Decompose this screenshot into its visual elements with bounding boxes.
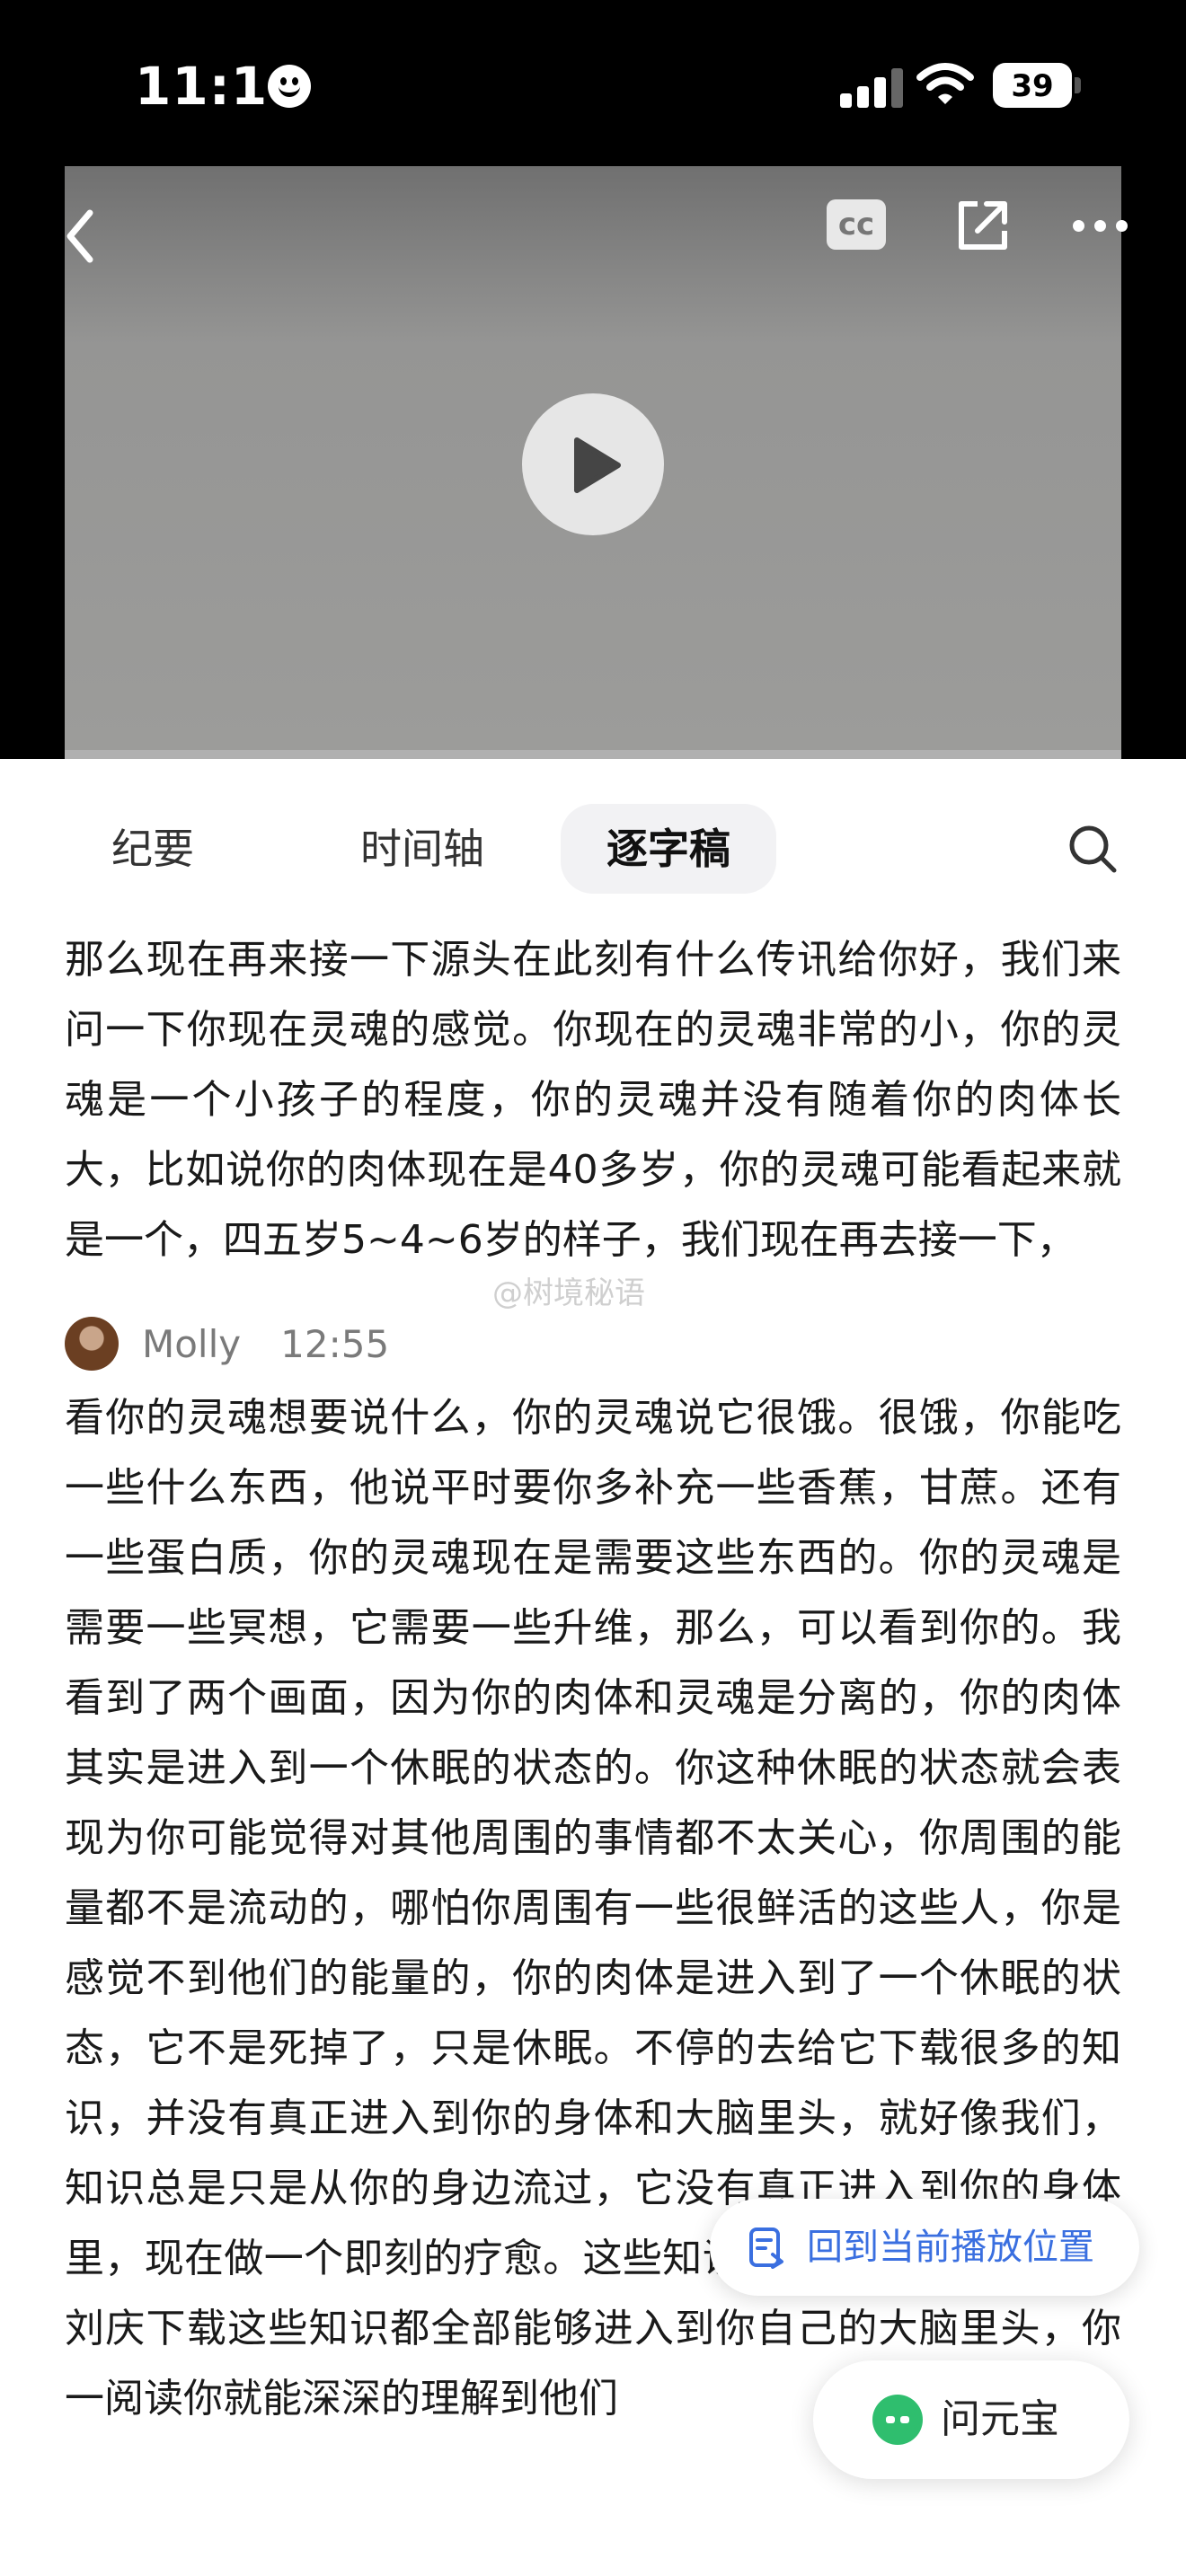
battery-level: 39	[1011, 68, 1054, 104]
speaker-name: Molly	[142, 1321, 242, 1366]
return-to-playback-button[interactable]: 回到当前播放位置	[710, 2199, 1139, 2296]
play-button[interactable]	[522, 393, 664, 535]
play-icon	[574, 437, 621, 493]
tab-timeline[interactable]: 时间轴	[332, 804, 512, 894]
search-icon[interactable]	[1067, 824, 1118, 874]
video-progress-bar[interactable]	[65, 750, 1121, 759]
speaker-row: Molly 12:55	[65, 1311, 1121, 1376]
yuanbao-icon	[872, 2395, 923, 2445]
tab-summary[interactable]: 纪要	[81, 804, 225, 894]
back-chevron-icon[interactable]	[65, 202, 137, 274]
speaker-timestamp[interactable]: 12:55	[280, 1322, 389, 1366]
video-player[interactable]: cc	[65, 166, 1128, 759]
return-to-playback-label: 回到当前播放位置	[807, 2227, 1094, 2268]
ask-yuanbao-label: 问元宝	[941, 2396, 1059, 2442]
share-icon[interactable]	[956, 198, 1010, 252]
wifi-icon	[916, 63, 974, 104]
battery-icon: 39	[993, 63, 1072, 108]
cellular-signal-icon	[840, 65, 903, 108]
transcript-sheet: 纪要 时间轴 逐字稿 那么现在再来接一下源头在此刻有什么传讯给你好，我们来问一下…	[0, 759, 1186, 2576]
locate-playback-icon	[749, 2228, 783, 2269]
transcript-paragraph: 那么现在再来接一下源头在此刻有什么传讯给你好，我们来问一下你现在灵魂的感觉。你现…	[65, 937, 1121, 1263]
tab-bar: 纪要 时间轴 逐字稿	[0, 759, 1186, 894]
ask-yuanbao-button[interactable]: 问元宝	[813, 2360, 1129, 2479]
status-bar: 11:16 39	[0, 0, 1186, 162]
watermark: @树境秘语	[492, 1275, 645, 1311]
avatar	[65, 1317, 119, 1371]
smiley-icon	[268, 65, 311, 108]
battery-cap	[1075, 77, 1081, 93]
tab-transcript[interactable]: 逐字稿	[561, 804, 776, 894]
more-options-icon[interactable]	[1073, 220, 1128, 234]
cc-icon[interactable]: cc	[827, 199, 886, 250]
